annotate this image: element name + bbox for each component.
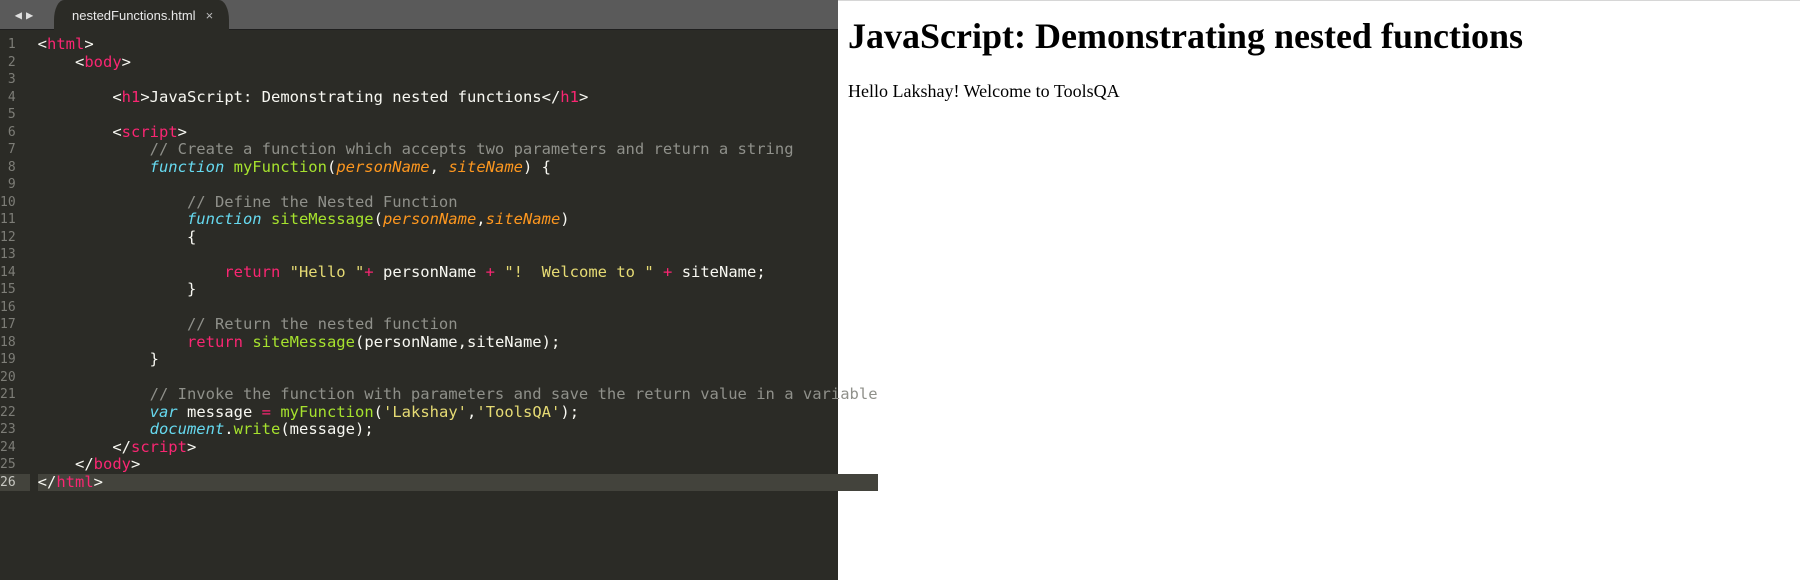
line-number: 4 xyxy=(0,89,30,107)
code-line: function myFunction(personName, siteName… xyxy=(38,159,878,177)
code-line: <html> xyxy=(38,36,878,54)
line-number: 3 xyxy=(0,71,30,89)
page-heading: JavaScript: Demonstrating nested functio… xyxy=(848,15,1790,57)
line-number-gutter: 1234567891011121314151617181920212223242… xyxy=(0,30,30,580)
code-line: var message = myFunction('Lakshay','Tool… xyxy=(38,404,878,422)
code-line: { xyxy=(38,229,878,247)
nav-arrows: ◀ ▶ xyxy=(0,0,48,29)
tab-bar: ◀ ▶ nestedFunctions.html × xyxy=(0,0,838,30)
line-number: 7 xyxy=(0,141,30,159)
line-number: 6 xyxy=(0,124,30,142)
line-number: 11 xyxy=(0,211,30,229)
file-tab-label: nestedFunctions.html xyxy=(72,8,196,23)
line-number: 8 xyxy=(0,159,30,177)
app-root: ◀ ▶ nestedFunctions.html × 1234567891011… xyxy=(0,0,1800,580)
code-line: <body> xyxy=(38,54,878,72)
code-line: </body> xyxy=(38,456,878,474)
page-body-text: Hello Lakshay! Welcome to ToolsQA xyxy=(848,81,1790,102)
code-line: return "Hello "+ personName + "! Welcome… xyxy=(38,264,878,282)
code-line: function siteMessage(personName,siteName… xyxy=(38,211,878,229)
line-number: 23 xyxy=(0,421,30,439)
line-number: 13 xyxy=(0,246,30,264)
code-area[interactable]: <html> <body> <h1>JavaScript: Demonstrat… xyxy=(30,30,878,580)
line-number: 26 xyxy=(0,474,30,492)
editor-body: 1234567891011121314151617181920212223242… xyxy=(0,30,838,580)
code-line: <script> xyxy=(38,124,878,142)
line-number: 17 xyxy=(0,316,30,334)
line-number: 19 xyxy=(0,351,30,369)
line-number: 10 xyxy=(0,194,30,212)
code-line xyxy=(38,71,878,89)
code-line: </html> xyxy=(38,474,878,492)
code-line: return siteMessage(personName,siteName); xyxy=(38,334,878,352)
code-line: // Define the Nested Function xyxy=(38,194,878,212)
file-tab[interactable]: nestedFunctions.html × xyxy=(54,0,229,30)
browser-output-pane: JavaScript: Demonstrating nested functio… xyxy=(838,0,1800,580)
nav-back-icon[interactable]: ◀ xyxy=(15,8,22,22)
code-line: // Create a function which accepts two p… xyxy=(38,141,878,159)
code-line: document.write(message); xyxy=(38,421,878,439)
line-number: 21 xyxy=(0,386,30,404)
line-number: 24 xyxy=(0,439,30,457)
nav-forward-icon[interactable]: ▶ xyxy=(26,8,33,22)
line-number: 9 xyxy=(0,176,30,194)
code-line xyxy=(38,106,878,124)
line-number: 14 xyxy=(0,264,30,282)
code-line: // Return the nested function xyxy=(38,316,878,334)
code-line xyxy=(38,369,878,387)
line-number: 22 xyxy=(0,404,30,422)
line-number: 18 xyxy=(0,334,30,352)
code-line: // Invoke the function with parameters a… xyxy=(38,386,878,404)
code-line xyxy=(38,299,878,317)
code-line xyxy=(38,176,878,194)
line-number: 20 xyxy=(0,369,30,387)
line-number: 16 xyxy=(0,299,30,317)
line-number: 1 xyxy=(0,36,30,54)
code-line: </script> xyxy=(38,439,878,457)
line-number: 15 xyxy=(0,281,30,299)
code-line xyxy=(38,246,878,264)
line-number: 25 xyxy=(0,456,30,474)
line-number: 2 xyxy=(0,54,30,72)
code-line: <h1>JavaScript: Demonstrating nested fun… xyxy=(38,89,878,107)
code-line: } xyxy=(38,351,878,369)
close-icon[interactable]: × xyxy=(206,8,214,23)
line-number: 5 xyxy=(0,106,30,124)
line-number: 12 xyxy=(0,229,30,247)
code-line: } xyxy=(38,281,878,299)
editor-pane: ◀ ▶ nestedFunctions.html × 1234567891011… xyxy=(0,0,838,580)
